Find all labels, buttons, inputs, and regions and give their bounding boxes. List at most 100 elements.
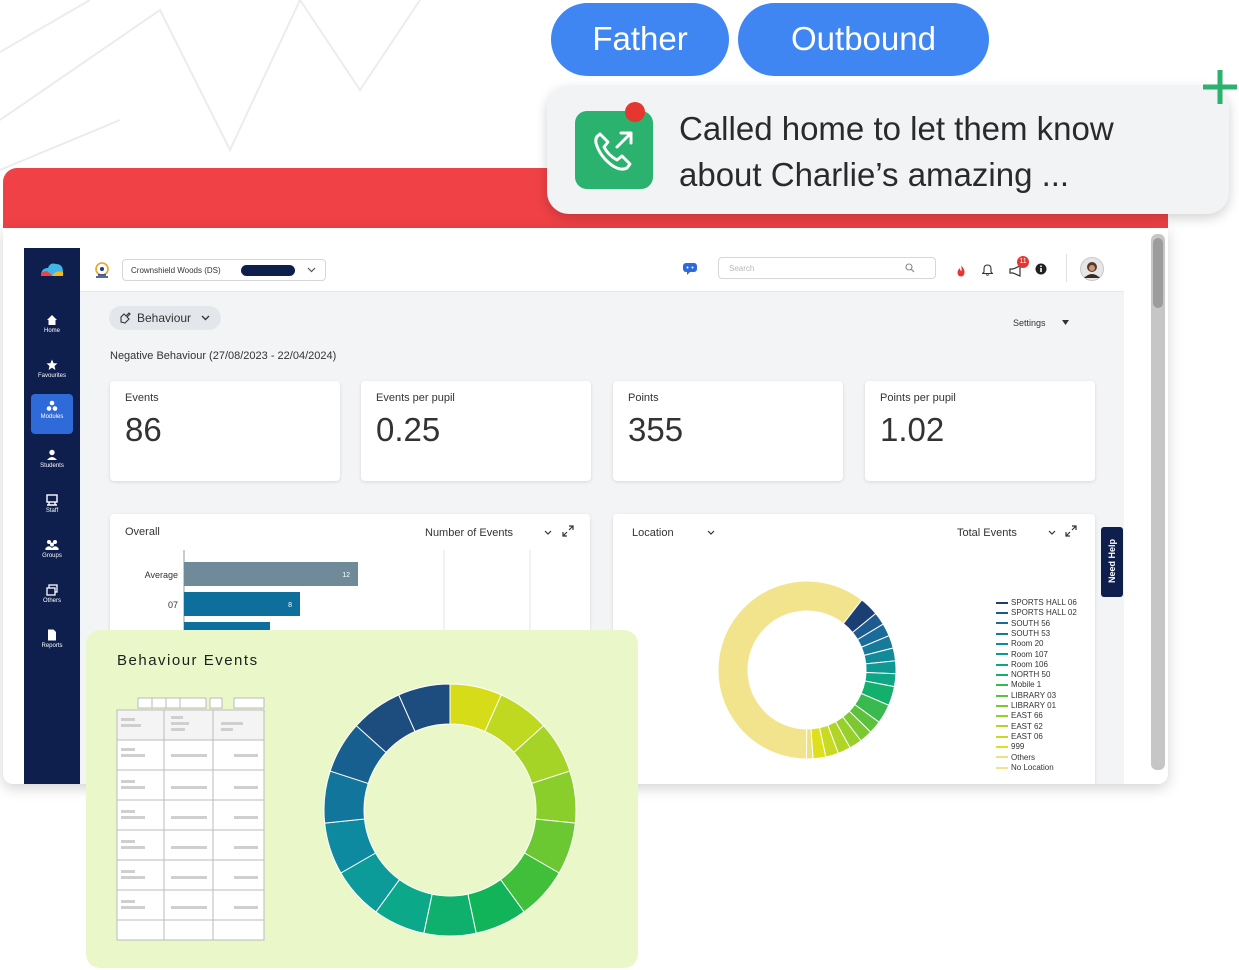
legend-item[interactable]: No Location xyxy=(996,763,1054,773)
metric-selector[interactable]: Total Events xyxy=(957,527,1017,539)
legend-swatch xyxy=(996,715,1008,718)
legend-item[interactable]: EAST 62 xyxy=(996,722,1043,732)
legend-item[interactable]: LIBRARY 01 xyxy=(996,701,1056,711)
card-title: Behaviour Events xyxy=(117,652,259,669)
caret-down-icon xyxy=(1062,320,1070,325)
legend-label: LIBRARY 03 xyxy=(1011,690,1057,700)
panel-title: Overall xyxy=(125,526,160,538)
sidebar-item-groups[interactable]: Groups xyxy=(31,533,73,573)
school-code-pill xyxy=(241,265,295,276)
avatar[interactable] xyxy=(1080,257,1104,281)
sidebar-item-others[interactable]: Others xyxy=(31,578,73,618)
search-input[interactable]: Search xyxy=(718,257,936,279)
legend-label: No Location xyxy=(1011,762,1054,772)
chevron-down-icon[interactable] xyxy=(544,530,552,536)
stat-card-events-per-pupil: Events per pupil 0.25 xyxy=(361,381,591,481)
sidebar-item-students[interactable]: Students xyxy=(31,443,73,483)
legend-item[interactable]: LIBRARY 03 xyxy=(996,691,1056,701)
notification-badge: 11 xyxy=(1017,256,1029,268)
legend-swatch xyxy=(996,756,1008,759)
stat-label: Events per pupil xyxy=(376,392,455,404)
pill-label: Father xyxy=(592,20,688,57)
sidebar-item-label: Favourites xyxy=(37,373,66,379)
legend-item[interactable]: SPORTS HALL 06 xyxy=(996,598,1077,608)
stat-card-points-per-pupil: Points per pupil 1.02 xyxy=(865,381,1095,481)
screenshot-stage: Home Favourites Modules Students Staff G… xyxy=(0,0,1239,970)
sidebar-item-home[interactable]: Home xyxy=(31,308,73,348)
table-illustration xyxy=(116,697,265,941)
legend-item[interactable]: EAST 66 xyxy=(996,711,1043,721)
module-selector[interactable]: Behaviour xyxy=(109,306,221,330)
chevron-down-icon[interactable] xyxy=(707,530,715,536)
info-icon[interactable] xyxy=(1035,263,1047,275)
bar[interactable] xyxy=(184,592,300,616)
expand-icon[interactable] xyxy=(562,525,574,537)
call-text-line: about Charlie’s amazing ... xyxy=(679,156,1070,193)
legend-item[interactable]: Room 106 xyxy=(996,660,1048,670)
add-icon[interactable] xyxy=(1201,68,1239,106)
stat-value: 355 xyxy=(628,411,684,448)
legend-item[interactable]: NORTH 50 xyxy=(996,670,1050,680)
pill-label: Outbound xyxy=(791,20,936,57)
legend-label: EAST 66 xyxy=(1011,711,1043,721)
legend-item[interactable]: SPORTS HALL 02 xyxy=(996,608,1077,618)
category-label: Average xyxy=(145,570,178,580)
legend-item[interactable]: Room 20 xyxy=(996,639,1043,649)
expand-icon[interactable] xyxy=(1065,525,1077,537)
legend-label: Room 106 xyxy=(1011,659,1048,669)
scrollbar-track[interactable] xyxy=(1151,234,1165,770)
bell-icon[interactable] xyxy=(982,264,993,276)
flame-icon[interactable] xyxy=(956,265,966,277)
sidebar-item-modules[interactable]: Modules xyxy=(31,394,73,434)
behaviour-icon xyxy=(120,312,131,324)
outbound-pill[interactable]: Outbound xyxy=(738,3,989,76)
scrollbar-thumb[interactable] xyxy=(1153,238,1163,308)
school-selector[interactable]: Crownshield Woods (DS) xyxy=(122,259,326,281)
sidebar-item-reports[interactable]: Reports xyxy=(31,623,73,663)
metric-selector[interactable]: Number of Events xyxy=(425,527,513,539)
legend-swatch xyxy=(996,704,1008,707)
need-help-tab[interactable]: Need Help xyxy=(1101,527,1123,597)
page-subtitle: Negative Behaviour (27/08/2023 - 22/04/2… xyxy=(110,350,337,362)
sidebar-item-staff[interactable]: Staff xyxy=(31,488,73,528)
star-icon xyxy=(46,359,58,370)
chevron-down-icon xyxy=(201,315,210,321)
legend-swatch xyxy=(996,622,1008,625)
legend-item[interactable]: EAST 06 xyxy=(996,732,1043,742)
sidebar-item-label: Students xyxy=(40,463,64,469)
bar-partial xyxy=(184,622,270,630)
donut-slice[interactable] xyxy=(423,893,477,937)
legend-label: SPORTS HALL 02 xyxy=(1011,608,1077,618)
chevron-down-icon[interactable] xyxy=(1048,530,1056,536)
call-log-card[interactable]: Called home to let them know about Charl… xyxy=(547,86,1229,214)
settings-button[interactable]: Settings xyxy=(1013,318,1070,328)
stat-label: Points per pupil xyxy=(880,392,956,404)
bar[interactable] xyxy=(184,562,358,586)
notification-dot xyxy=(625,102,645,122)
legend-label: LIBRARY 01 xyxy=(1011,701,1057,710)
legend-item[interactable]: SOUTH 56 xyxy=(996,619,1050,629)
legend-label: EAST 06 xyxy=(1011,731,1043,741)
school-crest-icon xyxy=(95,262,109,278)
legend-item[interactable]: SOUTH 53 xyxy=(996,629,1050,639)
legend-label: Others xyxy=(1011,752,1036,762)
stat-label: Events xyxy=(125,392,159,404)
legend-item[interactable]: Room 107 xyxy=(996,650,1048,660)
stat-value: 1.02 xyxy=(880,411,945,448)
settings-label: Settings xyxy=(1013,318,1046,328)
phone-call-icon xyxy=(575,111,653,189)
legend-label: EAST 62 xyxy=(1011,721,1043,731)
legend-label: SOUTH 53 xyxy=(1011,628,1051,638)
father-pill[interactable]: Father xyxy=(551,3,729,76)
chat-icon[interactable] xyxy=(682,262,698,276)
legend-item[interactable]: Others xyxy=(996,753,1035,763)
legend-swatch xyxy=(996,735,1008,738)
legend-swatch xyxy=(996,694,1008,697)
divider xyxy=(1066,254,1067,282)
legend-label: Mobile 1 xyxy=(1011,680,1042,690)
sidebar-item-favourites[interactable]: Favourites xyxy=(31,353,73,393)
legend-item[interactable]: Mobile 1 xyxy=(996,680,1041,690)
legend-item[interactable]: 999 xyxy=(996,742,1024,752)
location-donut-chart xyxy=(717,580,897,760)
legend-swatch xyxy=(996,746,1008,749)
